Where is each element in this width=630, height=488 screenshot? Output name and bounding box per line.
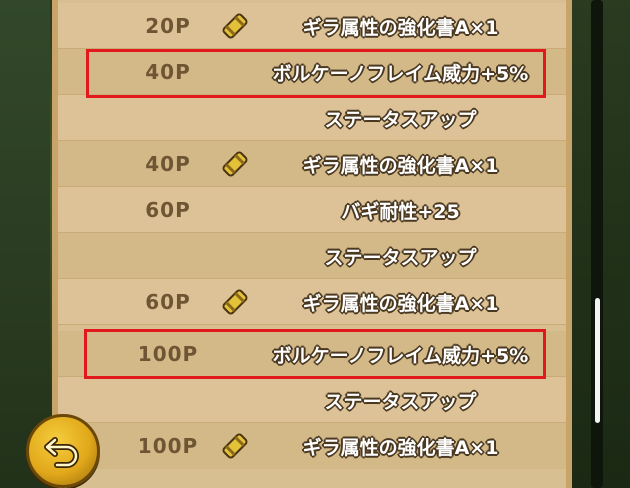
reward-text: ボルケーノフレイム威力+5% [272, 62, 529, 85]
reward-row: ステータスアップ [58, 95, 566, 141]
cost-label: 40P [145, 152, 191, 176]
cost-label: 60P [145, 198, 191, 222]
reward-row: 60P ギラ属性の強化書A×1 [58, 279, 566, 325]
reward-list-panel[interactable]: 20P ギラ属性の強化書A×1 40P ボルケーノフレイム威力+5% ステータス… [52, 0, 572, 488]
cost-label: 100P [137, 434, 199, 458]
reward-text: ギラ属性の強化書A×1 [302, 16, 499, 39]
back-button[interactable] [26, 414, 100, 488]
reward-row: 100P ギラ属性の強化書A×1 [58, 423, 566, 469]
reward-row: 40P ボルケーノフレイム威力+5% [58, 49, 566, 95]
scrollbar-thumb[interactable] [595, 298, 600, 423]
reward-row: 20P ギラ属性の強化書A×1 [58, 3, 566, 49]
reward-text: ステータスアップ [324, 108, 477, 131]
back-arrow-icon [44, 437, 79, 468]
reward-row: ステータスアップ [58, 233, 566, 279]
reward-row: 100P ボルケーノフレイム威力+5% [58, 331, 566, 377]
cost-label: 60P [145, 290, 191, 314]
reward-text: ステータスアップ [324, 390, 477, 413]
reward-text: ステータスアップ [324, 246, 477, 269]
reward-row: 40P ギラ属性の強化書A×1 [58, 141, 566, 187]
cost-label: 20P [145, 14, 191, 38]
reward-text: ボルケーノフレイム威力+5% [272, 344, 529, 367]
reward-row: ステータスアップ [58, 377, 566, 423]
background-left [0, 0, 50, 488]
reward-row: 60P バギ耐性+25 [58, 187, 566, 233]
reward-text: ギラ属性の強化書A×1 [302, 436, 499, 459]
cost-label: 100P [137, 342, 199, 366]
reward-text: バギ耐性+25 [341, 200, 460, 223]
cost-label: 40P [145, 60, 191, 84]
reward-text: ギラ属性の強化書A×1 [302, 154, 499, 177]
reward-text: ギラ属性の強化書A×1 [302, 292, 499, 315]
row-divider [58, 324, 566, 325]
